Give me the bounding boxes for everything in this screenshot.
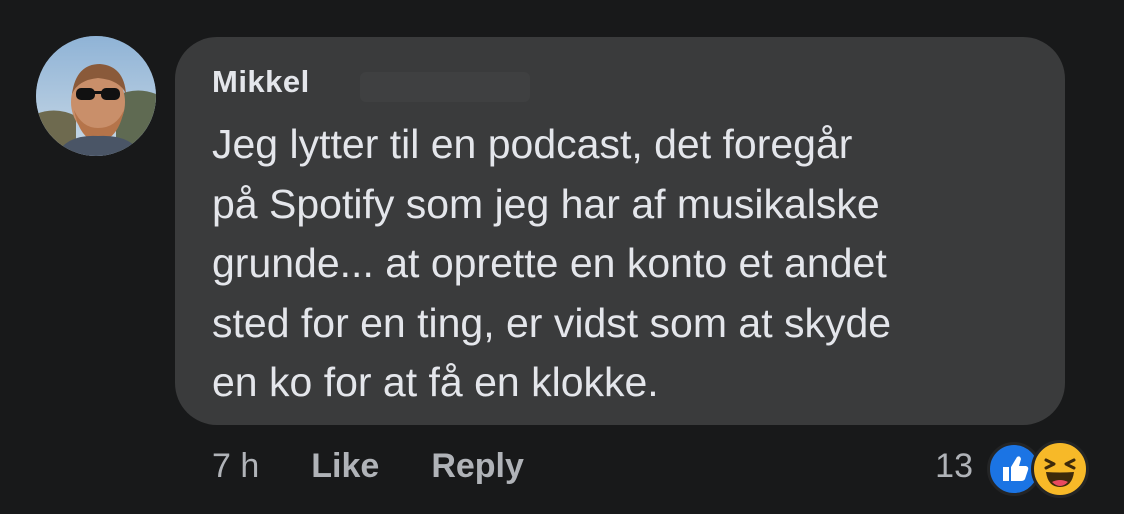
comment: Mikkel Jeg lytter til en podcast, det fo…: [0, 0, 1124, 514]
redacted-name: [360, 72, 530, 102]
avatar[interactable]: [36, 36, 156, 156]
comment-text: Jeg lytter til en podcast, det foregår p…: [212, 121, 892, 405]
reply-button[interactable]: Reply: [431, 447, 524, 486]
like-button[interactable]: Like: [311, 447, 379, 486]
comment-actions: 7 h Like Reply: [212, 444, 576, 488]
avatar-photo: [36, 36, 156, 156]
reactions-summary[interactable]: 13: [935, 438, 1091, 498]
comment-author[interactable]: Mikkel: [212, 64, 310, 100]
haha-icon: [1031, 440, 1089, 498]
comment-timestamp[interactable]: 7 h: [212, 447, 259, 486]
reaction-count: 13: [935, 446, 973, 485]
reaction-icons: [987, 438, 1091, 498]
